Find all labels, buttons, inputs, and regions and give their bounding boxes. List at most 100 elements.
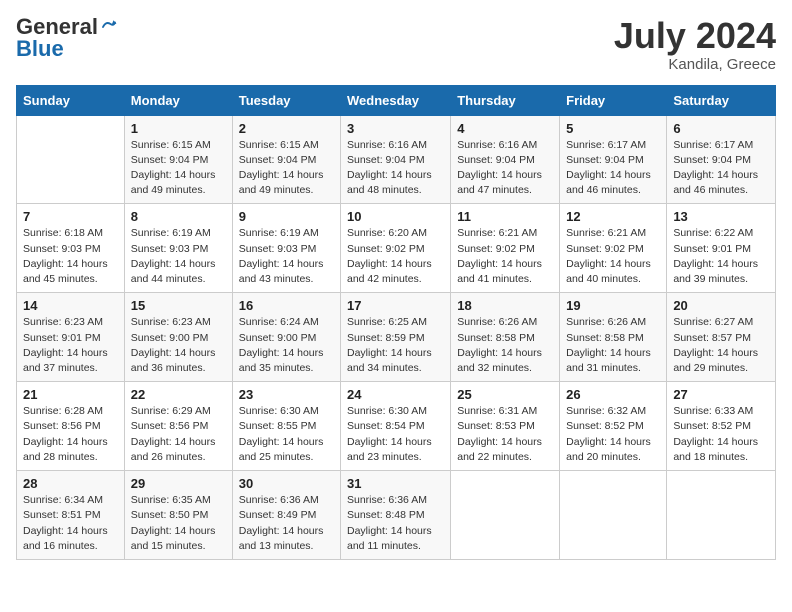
day-number: 6 bbox=[673, 121, 769, 136]
day-info: Sunrise: 6:32 AM Sunset: 8:52 PM Dayligh… bbox=[566, 404, 660, 465]
logo-general-text: General bbox=[16, 16, 98, 38]
day-number: 31 bbox=[347, 476, 444, 491]
header-friday: Friday bbox=[560, 85, 667, 115]
table-row: 30Sunrise: 6:36 AM Sunset: 8:49 PM Dayli… bbox=[232, 471, 340, 560]
table-row: 7 Sunrise: 6:18 AM Sunset: 9:03 PM Daylig… bbox=[17, 204, 125, 293]
header-sunday: Sunday bbox=[17, 85, 125, 115]
table-row: 17 Sunrise: 6:25 AM Sunset: 8:59 PM Dayli… bbox=[341, 293, 451, 382]
day-number: 28 bbox=[23, 476, 118, 491]
table-row bbox=[560, 471, 667, 560]
day-info: Sunrise: 6:21 AM Sunset: 9:02 PM Dayligh… bbox=[566, 226, 660, 287]
table-row: 31 Sunrise: 6:36 AM Sunset: 8:48 PM Dayli… bbox=[341, 471, 451, 560]
day-info: Sunrise: 6:27 AM Sunset: 8:57 PM Dayligh… bbox=[673, 315, 769, 376]
day-info: Sunrise: 6:28 AM Sunset: 8:56 PM Dayligh… bbox=[23, 404, 118, 465]
table-row: 23 Sunrise: 6:30 AM Sunset: 8:55 PM Dayli… bbox=[232, 382, 340, 471]
table-row: 24 Sunrise: 6:30 AM Sunset: 8:54 PM Dayli… bbox=[341, 382, 451, 471]
location: Kandila, Greece bbox=[614, 56, 776, 73]
day-info: Sunrise: 6:15 AM Sunset: 9:04 PM Dayligh… bbox=[239, 138, 334, 199]
table-row: 2 Sunrise: 6:15 AM Sunset: 9:04 PM Daylig… bbox=[232, 115, 340, 204]
day-number: 15 bbox=[131, 298, 226, 313]
day-info: Sunrise: 6:25 AM Sunset: 8:59 PM Dayligh… bbox=[347, 315, 444, 376]
day-info: Sunrise: 6:30 AM Sunset: 8:55 PM Dayligh… bbox=[239, 404, 334, 465]
logo: General Blue bbox=[16, 16, 118, 60]
day-number: 22 bbox=[131, 387, 226, 402]
table-row: 8 Sunrise: 6:19 AM Sunset: 9:03 PM Daylig… bbox=[124, 204, 232, 293]
day-number: 26 bbox=[566, 387, 660, 402]
day-number: 23 bbox=[239, 387, 334, 402]
day-number: 29 bbox=[131, 476, 226, 491]
title-block: July 2024 Kandila, Greece bbox=[614, 16, 776, 73]
table-row: 16 Sunrise: 6:24 AM Sunset: 9:00 PM Dayli… bbox=[232, 293, 340, 382]
day-number: 5 bbox=[566, 121, 660, 136]
table-row: 19Sunrise: 6:26 AM Sunset: 8:58 PM Dayli… bbox=[560, 293, 667, 382]
table-row: 28 Sunrise: 6:34 AM Sunset: 8:51 PM Dayli… bbox=[17, 471, 125, 560]
day-info: Sunrise: 6:17 AM Sunset: 9:04 PM Dayligh… bbox=[673, 138, 769, 199]
day-info: Sunrise: 6:26 AM Sunset: 8:58 PM Dayligh… bbox=[566, 315, 660, 376]
table-row: 12 Sunrise: 6:21 AM Sunset: 9:02 PM Dayli… bbox=[560, 204, 667, 293]
day-info: Sunrise: 6:19 AM Sunset: 9:03 PM Dayligh… bbox=[131, 226, 226, 287]
table-row: 26 Sunrise: 6:32 AM Sunset: 8:52 PM Dayli… bbox=[560, 382, 667, 471]
day-number: 4 bbox=[457, 121, 553, 136]
table-row bbox=[451, 471, 560, 560]
day-info: Sunrise: 6:15 AM Sunset: 9:04 PM Dayligh… bbox=[131, 138, 226, 199]
logo-blue-text: Blue bbox=[16, 38, 64, 60]
day-info: Sunrise: 6:35 AM Sunset: 8:50 PM Dayligh… bbox=[131, 493, 226, 554]
table-row: 18 Sunrise: 6:26 AM Sunset: 8:58 PM Dayli… bbox=[451, 293, 560, 382]
table-row: 11Sunrise: 6:21 AM Sunset: 9:02 PM Dayli… bbox=[451, 204, 560, 293]
calendar-table: Sunday Monday Tuesday Wednesday Thursday… bbox=[16, 85, 776, 560]
day-number: 24 bbox=[347, 387, 444, 402]
table-row: 25Sunrise: 6:31 AM Sunset: 8:53 PM Dayli… bbox=[451, 382, 560, 471]
month-year: July 2024 bbox=[614, 16, 776, 56]
day-number: 20 bbox=[673, 298, 769, 313]
day-number: 2 bbox=[239, 121, 334, 136]
day-number: 1 bbox=[131, 121, 226, 136]
day-info: Sunrise: 6:16 AM Sunset: 9:04 PM Dayligh… bbox=[347, 138, 444, 199]
day-number: 10 bbox=[347, 209, 444, 224]
table-row: 4Sunrise: 6:16 AM Sunset: 9:04 PM Daylig… bbox=[451, 115, 560, 204]
day-number: 30 bbox=[239, 476, 334, 491]
day-number: 21 bbox=[23, 387, 118, 402]
calendar-header: Sunday Monday Tuesday Wednesday Thursday… bbox=[17, 85, 776, 115]
day-info: Sunrise: 6:31 AM Sunset: 8:53 PM Dayligh… bbox=[457, 404, 553, 465]
table-row: 6 Sunrise: 6:17 AM Sunset: 9:04 PM Daylig… bbox=[667, 115, 776, 204]
day-number: 8 bbox=[131, 209, 226, 224]
table-row: 10Sunrise: 6:20 AM Sunset: 9:02 PM Dayli… bbox=[341, 204, 451, 293]
day-number: 16 bbox=[239, 298, 334, 313]
page-header: General Blue July 2024 Kandila, Greece bbox=[16, 16, 776, 73]
table-row: 29 Sunrise: 6:35 AM Sunset: 8:50 PM Dayli… bbox=[124, 471, 232, 560]
day-info: Sunrise: 6:36 AM Sunset: 8:48 PM Dayligh… bbox=[347, 493, 444, 554]
table-row: 14Sunrise: 6:23 AM Sunset: 9:01 PM Dayli… bbox=[17, 293, 125, 382]
table-row: 27 Sunrise: 6:33 AM Sunset: 8:52 PM Dayli… bbox=[667, 382, 776, 471]
table-row bbox=[17, 115, 125, 204]
table-row: 5Sunrise: 6:17 AM Sunset: 9:04 PM Daylig… bbox=[560, 115, 667, 204]
day-number: 7 bbox=[23, 209, 118, 224]
day-number: 18 bbox=[457, 298, 553, 313]
day-info: Sunrise: 6:22 AM Sunset: 9:01 PM Dayligh… bbox=[673, 226, 769, 287]
day-info: Sunrise: 6:23 AM Sunset: 9:00 PM Dayligh… bbox=[131, 315, 226, 376]
header-tuesday: Tuesday bbox=[232, 85, 340, 115]
table-row: 22 Sunrise: 6:29 AM Sunset: 8:56 PM Dayli… bbox=[124, 382, 232, 471]
day-info: Sunrise: 6:26 AM Sunset: 8:58 PM Dayligh… bbox=[457, 315, 553, 376]
calendar-body: 1 Sunrise: 6:15 AM Sunset: 9:04 PM Daylig… bbox=[17, 115, 776, 559]
header-saturday: Saturday bbox=[667, 85, 776, 115]
table-row bbox=[667, 471, 776, 560]
day-info: Sunrise: 6:33 AM Sunset: 8:52 PM Dayligh… bbox=[673, 404, 769, 465]
header-monday: Monday bbox=[124, 85, 232, 115]
day-number: 11 bbox=[457, 209, 553, 224]
day-number: 27 bbox=[673, 387, 769, 402]
day-info: Sunrise: 6:24 AM Sunset: 9:00 PM Dayligh… bbox=[239, 315, 334, 376]
day-info: Sunrise: 6:18 AM Sunset: 9:03 PM Dayligh… bbox=[23, 226, 118, 287]
day-number: 12 bbox=[566, 209, 660, 224]
table-row: 1 Sunrise: 6:15 AM Sunset: 9:04 PM Daylig… bbox=[124, 115, 232, 204]
day-info: Sunrise: 6:34 AM Sunset: 8:51 PM Dayligh… bbox=[23, 493, 118, 554]
table-row: 21 Sunrise: 6:28 AM Sunset: 8:56 PM Dayli… bbox=[17, 382, 125, 471]
day-info: Sunrise: 6:29 AM Sunset: 8:56 PM Dayligh… bbox=[131, 404, 226, 465]
logo-icon bbox=[100, 18, 118, 36]
day-number: 17 bbox=[347, 298, 444, 313]
day-number: 13 bbox=[673, 209, 769, 224]
table-row: 13 Sunrise: 6:22 AM Sunset: 9:01 PM Dayli… bbox=[667, 204, 776, 293]
header-wednesday: Wednesday bbox=[341, 85, 451, 115]
day-info: Sunrise: 6:30 AM Sunset: 8:54 PM Dayligh… bbox=[347, 404, 444, 465]
table-row: 3Sunrise: 6:16 AM Sunset: 9:04 PM Daylig… bbox=[341, 115, 451, 204]
header-thursday: Thursday bbox=[451, 85, 560, 115]
